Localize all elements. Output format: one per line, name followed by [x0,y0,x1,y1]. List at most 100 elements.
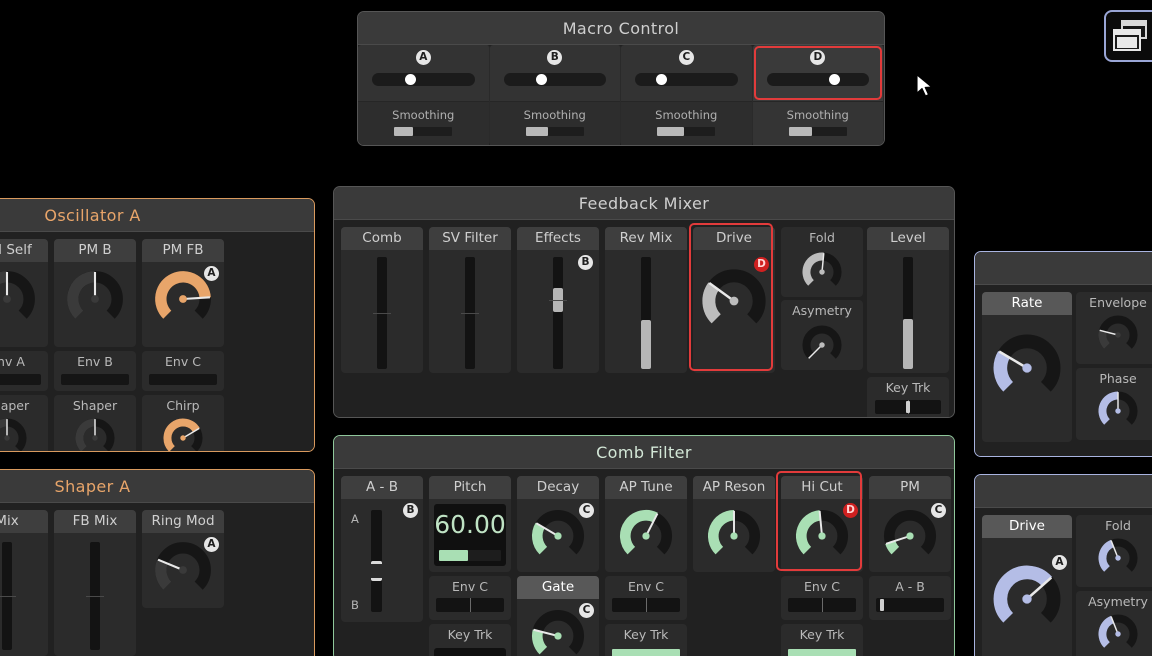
aptune-knob-gauge[interactable] [618,508,674,564]
comb-ab-slider[interactable] [371,510,382,612]
fbmix-col-rev-mix[interactable]: Rev Mix [605,227,687,373]
fbmix-badge-b[interactable]: B [578,255,593,270]
macro-slider-b[interactable] [503,73,606,86]
shaper-ringmod-knob[interactable] [153,540,213,604]
decay-knob-gauge[interactable] [530,508,586,564]
comb-pitch-cell[interactable]: Pitch 60.00 [429,476,511,572]
fbmix-col-drive[interactable]: Drive D [693,227,775,373]
comb-pm-cell[interactable]: PM C [869,476,951,572]
comb-apreson-knob[interactable] [706,508,762,568]
comb-decay-cell[interactable]: Decay C [517,476,599,572]
drive-knob-gauge[interactable] [700,267,768,335]
fbmix-badge-d[interactable]: D [754,257,769,272]
drive-fold-knob-gauge[interactable] [1097,537,1139,579]
shaper-col-ring-mod[interactable]: Ring Mod A [142,510,224,608]
fbmix-level-keytrk-slider[interactable] [875,400,941,414]
comb-aptune-knob[interactable] [618,508,674,568]
osc-third-knob-gauge-1[interactable] [0,417,28,452]
comb-aptune-cell[interactable]: AP Tune [605,476,687,572]
phase-knob-gauge[interactable] [1097,390,1139,432]
fbmix-fold-cell[interactable]: Fold [781,227,863,297]
fbmix-fold-knob[interactable] [801,251,843,297]
osc-sub-3[interactable]: Env C [142,351,224,391]
fbmix-slider[interactable] [373,257,391,369]
rate-knob-gauge[interactable] [991,332,1063,404]
lfo-phase-cell[interactable]: Phase [1076,368,1152,440]
macro-smoothing-slider[interactable] [525,127,584,136]
fbmix-level-keytrk-cell[interactable]: Key Trk [867,377,949,417]
drive-fold-cell[interactable]: Fold [1076,515,1152,587]
comb-hicut-env-slider[interactable] [788,598,856,612]
lfo-envelope-knob[interactable] [1097,314,1139,360]
macro-badge-c[interactable]: C [678,50,694,65]
macro-slot-a[interactable]: A Smoothing [358,45,490,145]
shaper-col-mix[interactable]: Mix [0,510,48,656]
fbmix-drive-knob[interactable] [700,267,768,335]
osc-third-knob[interactable] [74,417,116,451]
fbmix-level-cell[interactable]: Level [867,227,949,373]
osc-sub-2[interactable]: Env B [54,351,136,391]
gate-knob-gauge[interactable] [530,608,586,656]
fold-knob-gauge[interactable] [801,251,843,293]
comb-decay-knob[interactable] [530,508,586,568]
osc-sub-bar[interactable] [0,374,41,385]
macro-slot-d[interactable]: D Smoothing [752,45,884,145]
fbmix-slider[interactable] [641,257,651,369]
shaper-slider[interactable] [86,542,104,650]
drive-knob[interactable] [991,563,1063,639]
macro-badge-d[interactable]: D [810,50,826,65]
macro-slot-c[interactable]: C Smoothing [621,45,753,145]
osc-col-2[interactable]: PM B [54,239,136,347]
fbmix-col-comb[interactable]: Comb [341,227,423,373]
fbmix-level-slider[interactable] [903,257,913,369]
osc-knob-gauge-2[interactable] [65,269,125,329]
lfo-rate-knob[interactable] [991,332,1063,408]
macro-badge-a[interactable]: A [415,50,431,65]
comb-pitch-keytrk-cell[interactable]: Key Trk 100.00 [429,624,511,656]
macro-smoothing-section[interactable]: Smoothing [489,101,620,145]
comb-pitch-readout[interactable]: 60.00 [434,504,506,566]
shaper-slider[interactable] [0,542,16,650]
macro-slider-d[interactable] [766,73,869,86]
fbmix-asymetry-cell[interactable]: Asymetry [781,300,863,370]
comb-pitch-bar[interactable] [439,550,501,561]
shaper-col-fb-mix[interactable]: FB Mix [54,510,136,656]
drive-asymetry-knob-gauge[interactable] [1097,613,1139,655]
macro-slot-b[interactable]: B Smoothing [489,45,621,145]
hicut-knob-gauge[interactable] [794,508,850,564]
osc-knob[interactable] [65,269,125,333]
lfo-envelope-cell[interactable]: Envelope [1076,292,1152,364]
comb-gate-label[interactable]: Gate [517,576,599,599]
ringmod-knob-gauge[interactable] [153,540,213,600]
macro-slider-a[interactable] [372,73,475,86]
macro-smoothing-section[interactable]: Smoothing [621,101,752,145]
comb-pitch-keytrk-readout[interactable]: 100.00 [434,648,506,656]
osc-knob[interactable] [0,269,37,333]
comb-gate-cell[interactable]: Gate C [517,576,599,656]
drive-asymetry-cell[interactable]: Asymetry [1076,591,1152,656]
comb-hicut-keytrk-cell[interactable]: Key Trk [781,624,863,656]
macro-smoothing-slider[interactable] [788,127,847,136]
osc-col-1[interactable]: PM Self [0,239,48,347]
lfo-phase-knob[interactable] [1097,390,1139,436]
window-restore-button[interactable] [1104,10,1152,62]
osc-third-knob[interactable] [0,417,28,452]
drive-big-knob-gauge[interactable] [991,563,1063,635]
drive-asymetry-knob[interactable] [1097,613,1139,656]
fbmix-slider[interactable] [549,257,567,369]
envelope-knob-gauge[interactable] [1097,314,1139,356]
macro-smoothing-slider[interactable] [657,127,716,136]
osc-third-3[interactable]: Chirp [142,395,224,451]
osc-col-3[interactable]: PM FB A [142,239,224,347]
comb-hicut-cell[interactable]: Hi Cut D [781,476,863,572]
macro-badge-b[interactable]: B [547,50,563,65]
comb-pitch-env-cell[interactable]: Env C [429,576,511,620]
comb-pm-ab-slider[interactable] [876,598,944,612]
fbmix-slider[interactable] [461,257,479,369]
macro-smoothing-section[interactable]: Smoothing [358,101,489,145]
comb-ab-badge[interactable]: B [403,503,418,518]
comb-aptune-keytrk-cell[interactable]: Key Trk [605,624,687,656]
osc-third-2[interactable]: Shaper [54,395,136,451]
pm-knob-gauge[interactable] [882,508,938,564]
comb-gate-knob[interactable] [530,608,586,656]
